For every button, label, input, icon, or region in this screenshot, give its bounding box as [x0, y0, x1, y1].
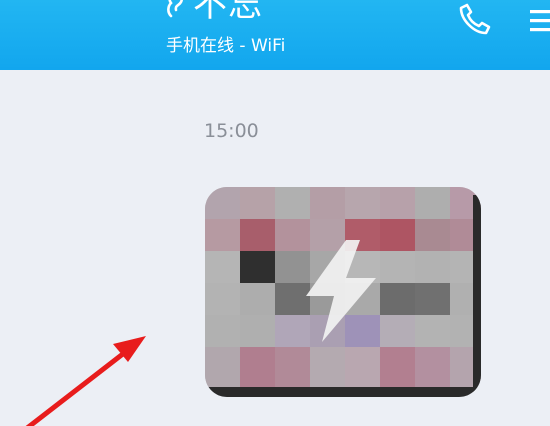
online-status: 手机在线 - WiFi: [166, 36, 286, 56]
contact-name: 不忘: [193, 0, 263, 25]
message-timestamp: 15:00: [204, 120, 259, 142]
phone-icon[interactable]: [458, 2, 492, 36]
bubble-bottom-shadow: [205, 387, 481, 397]
bubble-edge-shadow: [473, 195, 481, 397]
chat-header: 不忘 手机在线 - WiFi: [0, 0, 550, 70]
flash-icon: [306, 240, 376, 342]
menu-icon[interactable]: [530, 8, 550, 34]
contact-title[interactable]: 不忘: [165, 0, 263, 22]
ear-icon: [167, 0, 183, 18]
